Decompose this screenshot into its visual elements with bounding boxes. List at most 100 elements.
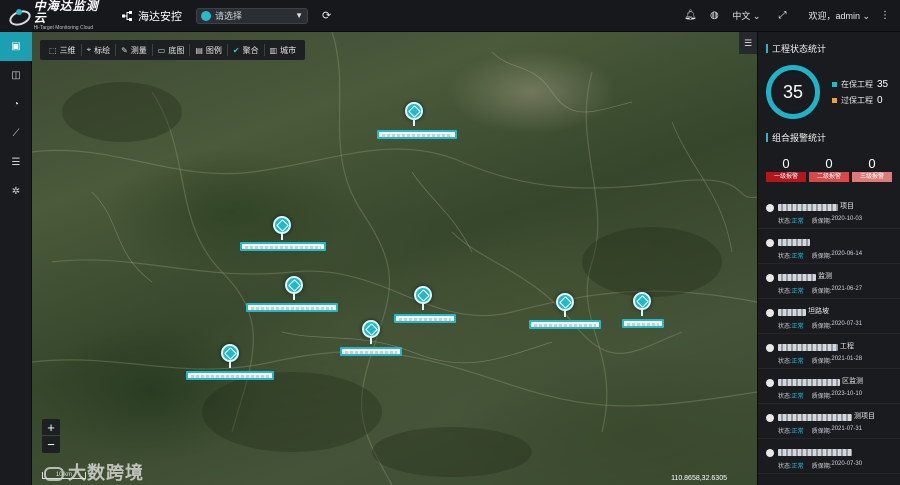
- nav-gauge-icon[interactable]: ◔: [0, 90, 32, 119]
- globe-icon[interactable]: ◍: [702, 10, 726, 21]
- module-name: 海达安控: [138, 10, 182, 23]
- nav-line-chart-icon[interactable]: ⟋: [0, 119, 32, 148]
- warranty-label: 质保期:: [811, 219, 832, 225]
- project-label[interactable]: [622, 319, 664, 328]
- project-icon: [766, 309, 774, 317]
- project-list: 项目 状态: 正常 质保期: 2020-10-03 状态: 正常 质保期: 2020-06-1…: [758, 194, 900, 474]
- nav-chart-icon[interactable]: ◫: [0, 61, 32, 90]
- alarm-level-1[interactable]: 0 一级报警: [766, 156, 806, 182]
- project-pin-icon: [414, 286, 432, 304]
- status-value: 正常: [791, 464, 804, 470]
- project-item[interactable]: 状态: 正常 质保期: 2020-06-14: [758, 229, 900, 264]
- project-label[interactable]: [377, 130, 457, 139]
- status-label: 状态:: [778, 289, 792, 295]
- zoom-in-button[interactable]: +: [42, 419, 60, 436]
- project-pin-icon: [405, 102, 423, 120]
- project-name-redacted: [778, 449, 852, 456]
- project-marker[interactable]: [633, 292, 651, 316]
- status-label: 状态:: [778, 464, 792, 470]
- project-name-redacted: [778, 274, 816, 281]
- nav-settings-icon[interactable]: ✲: [0, 177, 32, 206]
- alarm-level-3[interactable]: 0 三级报警: [852, 156, 892, 182]
- project-label[interactable]: [246, 303, 338, 312]
- project-name-suffix: 坦路坡: [808, 307, 829, 315]
- project-label[interactable]: [186, 371, 274, 380]
- toolbar-plot[interactable]: ⌖ 标绘: [82, 44, 117, 56]
- satellite-map[interactable]: ⬚ 三维 ⌖ 标绘 ✎ 测量 ▭ 底图 ▤ 图例 ✔ 聚合 ▥ 城市 ☰ + − 大数跨境 1…: [32, 32, 757, 485]
- module-switcher[interactable]: 海达安控: [122, 8, 182, 24]
- nav-document-icon[interactable]: ☰: [0, 148, 32, 177]
- status-label: 状态:: [778, 254, 792, 260]
- toolbar-label: 底图: [168, 45, 185, 55]
- language-select[interactable]: 中文 ⌄: [732, 9, 760, 22]
- warranty-label: 质保期:: [811, 429, 832, 435]
- warranty-label: 质保期:: [811, 324, 832, 330]
- project-marker[interactable]: [405, 102, 423, 126]
- alarm-label: 三级报警: [852, 172, 892, 182]
- toolbar-measure[interactable]: ✎ 测量: [116, 44, 153, 56]
- project-pin-icon: [362, 320, 380, 338]
- project-marker[interactable]: [414, 286, 432, 310]
- project-label[interactable]: [240, 242, 326, 251]
- project-name-suffix: 测项目: [854, 412, 875, 420]
- language-label: 中文: [732, 11, 751, 21]
- project-pin-icon: [273, 216, 291, 234]
- project-item[interactable]: 项目 状态: 正常 质保期: 2020-10-03: [758, 194, 900, 229]
- warranty-date: 2021-07-31: [831, 426, 863, 432]
- project-name-redacted: [778, 204, 838, 211]
- panel-toggle-icon[interactable]: ☰: [739, 32, 757, 54]
- project-marker[interactable]: [285, 276, 303, 300]
- toolbar-cluster[interactable]: ✔ 聚合: [228, 44, 265, 56]
- status-label: 状态:: [778, 359, 792, 365]
- toolbar-legend[interactable]: ▤ 图例: [190, 44, 228, 56]
- status-label: 状态:: [778, 324, 792, 330]
- zoom-out-button[interactable]: −: [42, 436, 60, 453]
- toolbar-city[interactable]: ▥ 城市: [265, 44, 302, 56]
- user-menu[interactable]: 欢迎，admin ⌄: [808, 9, 870, 22]
- alarm-level-2[interactable]: 0 二级报警: [809, 156, 849, 182]
- alarm-count: 0: [782, 156, 790, 171]
- project-marker[interactable]: [556, 293, 574, 317]
- status-section-title: 工程状态统计: [766, 42, 900, 55]
- scale-bar: 10 km: [42, 472, 86, 479]
- logo-subtitle: Hi-Target Monitoring Cloud: [33, 25, 94, 31]
- project-icon: [766, 449, 774, 457]
- project-label[interactable]: [529, 320, 601, 329]
- bell-icon[interactable]: 🔔︎: [678, 10, 702, 21]
- select-globe-icon: [201, 10, 211, 21]
- alarm-label: 一级报警: [766, 172, 806, 182]
- project-item[interactable]: 监测 状态: 正常 质保期: 2021-06-27: [758, 264, 900, 299]
- right-panel: 工程状态统计 35 在保工程 35 过保工程 0 组合报警统计 0 一级报警 0 二级报…: [757, 32, 900, 485]
- project-marker[interactable]: [362, 320, 380, 344]
- map-toolbar: ⬚ 三维 ⌖ 标绘 ✎ 测量 ▭ 底图 ▤ 图例 ✔ 聚合 ▥ 城市: [40, 40, 306, 60]
- project-label[interactable]: [340, 347, 402, 356]
- project-marker[interactable]: [221, 344, 239, 368]
- project-select[interactable]: 请选择 ▼: [196, 7, 308, 24]
- status-legend: 在保工程 35 过保工程 0: [832, 74, 888, 111]
- app-logo[interactable]: 中海达监测云 Hi-Target Monitoring Cloud: [0, 0, 110, 32]
- project-item[interactable]: 测项目 状态: 正常 质保期: 2021-07-31: [758, 404, 900, 439]
- project-name-suffix: 监测: [818, 272, 832, 280]
- project-item[interactable]: 区监测 状态: 正常 质保期: 2023-10-10: [758, 369, 900, 404]
- project-label[interactable]: [394, 314, 456, 323]
- project-item[interactable]: 状态: 正常 质保期: 2020-07-30: [758, 439, 900, 474]
- alarm-section-title: 组合报警统计: [766, 131, 900, 144]
- more-vertical-icon[interactable]: ⋮: [880, 10, 890, 21]
- nav-map-icon[interactable]: ▣: [0, 32, 32, 61]
- in-warranty-label: 在保工程: [841, 79, 873, 89]
- fullscreen-icon[interactable]: ⤢: [770, 10, 794, 21]
- toolbar-basemap[interactable]: ▭ 底图: [153, 44, 191, 56]
- toolbar-3d[interactable]: ⬚ 三维: [44, 44, 82, 56]
- project-marker[interactable]: [273, 216, 291, 240]
- project-item[interactable]: 工程 状态: 正常 质保期: 2021-01-28: [758, 334, 900, 369]
- legend-in-warranty: 在保工程 35: [832, 79, 888, 90]
- alarm-stats: 0 一级报警 0 二级报警 0 三级报警: [766, 156, 892, 182]
- out-warranty-label: 过保工程: [841, 95, 873, 105]
- toolbar-label: 标绘: [94, 45, 111, 55]
- toolbar-label: 测量: [130, 45, 147, 55]
- refresh-icon[interactable]: ⟳: [322, 10, 334, 22]
- toolbar-label: 聚合: [242, 45, 259, 55]
- project-name-redacted: [778, 379, 840, 386]
- project-name-redacted: [778, 414, 852, 421]
- project-item[interactable]: 坦路坡 状态: 正常 质保期: 2020-07-31: [758, 299, 900, 334]
